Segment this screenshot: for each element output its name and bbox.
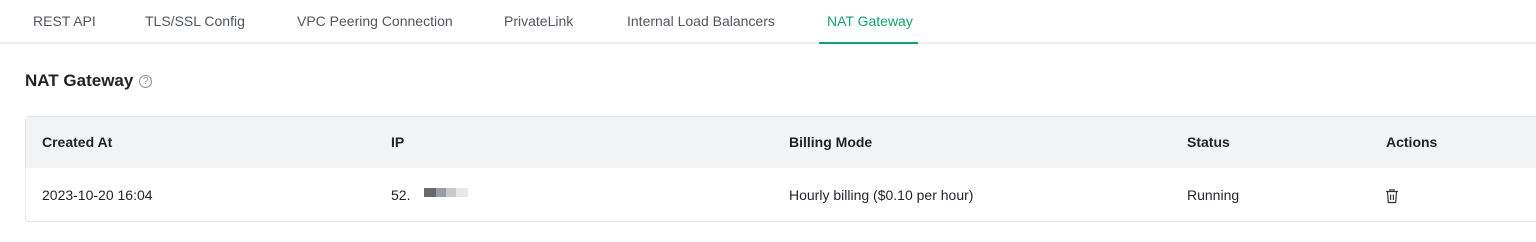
tab-vpc-peering-connection[interactable]: VPC Peering Connection [297, 0, 453, 44]
page-title: NAT Gateway [25, 71, 134, 90]
status-cell: Running [1187, 187, 1240, 203]
tab-internal-load-balancers[interactable]: Internal Load Balancers [627, 0, 775, 44]
column-header-billing-mode: Billing Mode [789, 134, 873, 150]
tab-nat-gateway[interactable]: NAT Gateway [827, 0, 913, 44]
tab-privatelink[interactable]: PrivateLink [504, 0, 573, 44]
table-header: Created At IP Billing Mode Status Action… [26, 117, 1536, 168]
column-header-ip: IP [391, 134, 405, 150]
tab-tls-ssl-config[interactable]: TLS/SSL Config [145, 0, 245, 44]
tab-rest-api[interactable]: REST API [33, 0, 96, 44]
tab-bar: REST API TLS/SSL Config VPC Peering Conn… [0, 0, 1536, 44]
redacted-ip-block [424, 188, 468, 197]
column-header-actions: Actions [1386, 134, 1438, 150]
ip-cell: 52. [391, 187, 411, 203]
billing-mode-cell: Hourly billing ($0.10 per hour) [789, 187, 974, 203]
created-at-cell: 2023-10-20 16:04 [42, 187, 153, 203]
section-header: NAT Gateway ? [25, 70, 153, 92]
column-header-status: Status [1187, 134, 1230, 150]
question-circle-icon[interactable]: ? [139, 74, 153, 88]
active-tab-indicator [819, 42, 918, 44]
nat-gateway-table: Created At IP Billing Mode Status Action… [25, 116, 1536, 222]
table-row: 2023-10-20 16:04 52. Hourly billing ($0.… [26, 168, 1536, 221]
column-header-created-at: Created At [42, 134, 113, 150]
trash-icon[interactable] [1385, 188, 1399, 204]
